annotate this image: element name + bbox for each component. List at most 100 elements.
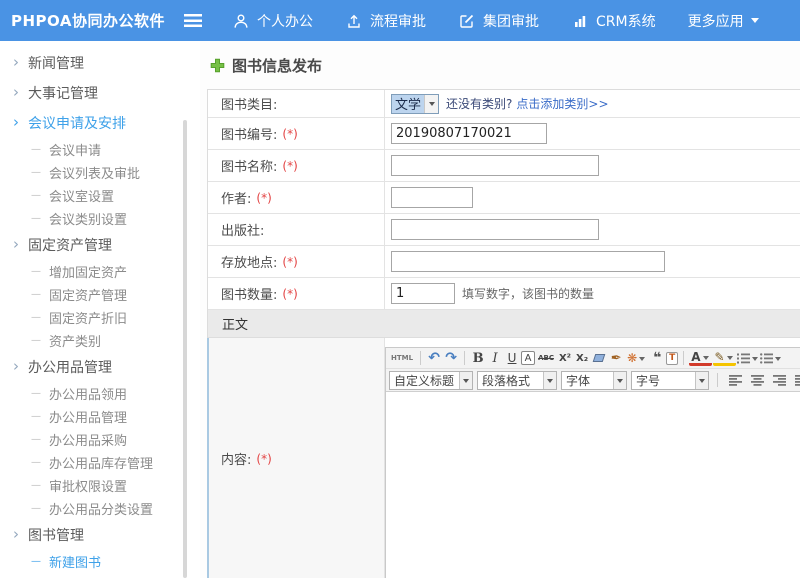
nav-crm-system[interactable]: CRM系统	[571, 11, 656, 31]
field-label: 图书名称:	[221, 156, 277, 175]
sidebar-sub-item[interactable]: —办公用品领用	[0, 382, 200, 405]
quantity-input[interactable]	[391, 283, 455, 304]
dash-icon: —	[31, 411, 41, 422]
page-title: 图书信息发布	[208, 55, 800, 76]
dash-icon: —	[31, 144, 41, 155]
font-color-icon[interactable]: A	[689, 351, 711, 366]
author-input[interactable]	[391, 187, 473, 208]
sidebar-sub-item[interactable]: —固定资产管理	[0, 283, 200, 306]
sidebar-sub-item[interactable]: — 会议申请	[0, 138, 200, 161]
underline-icon[interactable]: U	[504, 350, 520, 367]
subscript-icon[interactable]: X₂	[574, 350, 590, 367]
sidebar-sub-item[interactable]: —办公用品库存管理	[0, 451, 200, 474]
add-category-link[interactable]: 点击添加类别>>	[516, 95, 608, 112]
sidebar-sub-item[interactable]: —会议室设置	[0, 184, 200, 207]
form-row-publisher: 出版社:	[208, 214, 800, 246]
form-row-author: 作者:(*)	[208, 182, 800, 214]
font-family-select[interactable]: 字体	[561, 371, 627, 390]
nav-workflow-approval[interactable]: 流程审批	[345, 11, 426, 31]
nav-label: 集团审批	[483, 11, 539, 31]
sidebar-item-label: 会议类别设置	[49, 209, 127, 228]
nav-group-approval[interactable]: 集团审批	[458, 11, 539, 31]
font-style-icon[interactable]: A	[521, 351, 535, 365]
paste-text-icon[interactable]: T	[666, 352, 678, 365]
sidebar-item-label: 办公用品采购	[49, 430, 127, 449]
sidebar-sub-item[interactable]: —新建图书	[0, 550, 200, 573]
format-brush-icon[interactable]: ✒	[608, 350, 624, 367]
sidebar-sub-item[interactable]: —增加固定资产	[0, 260, 200, 283]
dash-icon: —	[31, 434, 41, 445]
align-left-icon[interactable]	[726, 372, 744, 389]
auto-typeset-icon[interactable]: ❋	[625, 350, 648, 367]
sidebar-group-item[interactable]: ›固定资产管理	[0, 230, 200, 260]
no-category-note: 还没有类别?	[446, 95, 512, 112]
sidebar-group-item[interactable]: ›办公用品管理	[0, 352, 200, 382]
blockquote-icon[interactable]: ❝	[649, 350, 665, 367]
sidebar-group-item[interactable]: ›会议申请及安排	[0, 108, 200, 138]
required-mark: (*)	[256, 191, 271, 205]
chevron-right-icon: ›	[13, 527, 19, 542]
page-title-text: 图书信息发布	[232, 55, 322, 76]
sidebar-group-item[interactable]: ›图书管理	[0, 520, 200, 550]
redo-icon[interactable]: ↷	[443, 350, 459, 367]
sidebar-item-label: 会议列表及审批	[49, 163, 140, 182]
form-row-quantity: 图书数量:(*) 填写数字，该图书的数量	[208, 278, 800, 310]
sidebar-item-label: 会议申请及安排	[28, 113, 126, 133]
nav-label: 更多应用	[688, 11, 744, 31]
paragraph-format-select[interactable]: 段落格式	[477, 371, 557, 390]
html-source-icon[interactable]: HTML	[389, 350, 415, 367]
category-select[interactable]: 文学	[391, 94, 439, 114]
caret-down-icon	[751, 18, 759, 27]
custom-title-select[interactable]: 自定义标题	[389, 371, 473, 390]
nav-personal-office[interactable]: 个人办公	[232, 11, 313, 31]
sidebar-sub-item[interactable]: — 资产类别	[0, 329, 200, 352]
sidebar-sub-item[interactable]: —固定资产折旧	[0, 306, 200, 329]
field-label: 图书数量:	[221, 284, 277, 303]
location-input[interactable]	[391, 251, 665, 272]
sidebar-scrollbar[interactable]	[183, 120, 187, 578]
sidebar-item-label: 固定资产折旧	[49, 308, 127, 327]
align-justify-icon[interactable]	[792, 372, 800, 389]
dash-icon: —	[31, 335, 41, 346]
field-label: 出版社:	[221, 220, 264, 239]
italic-icon[interactable]: I	[487, 350, 503, 367]
sidebar-sub-item[interactable]: —图书管理	[0, 573, 200, 578]
category-select-value: 文学	[392, 95, 424, 113]
plus-icon	[208, 57, 226, 74]
sidebar-sub-item[interactable]: —审批权限设置	[0, 474, 200, 497]
sidebar-item-label: 新建图书	[49, 552, 101, 571]
chevron-right-icon: ›	[13, 85, 19, 100]
strikethrough-icon[interactable]: ABC	[536, 350, 556, 367]
sidebar-sub-item[interactable]: —会议列表及审批	[0, 161, 200, 184]
publisher-input[interactable]	[391, 219, 599, 240]
sidebar-item-label: 会议申请	[49, 140, 101, 159]
book-name-input[interactable]	[391, 155, 599, 176]
bold-icon[interactable]: B	[470, 350, 486, 367]
ordered-list-icon[interactable]	[737, 350, 759, 367]
sidebar-sub-item[interactable]: —办公用品分类设置	[0, 497, 200, 520]
form-row-book-number: 图书编号:(*)	[208, 118, 800, 150]
sidebar-item-label: 资产类别	[49, 331, 101, 350]
sidebar-sub-item[interactable]: —办公用品管理	[0, 405, 200, 428]
sidebar-group-item[interactable]: ›新闻管理	[0, 48, 200, 78]
sidebar-group-item[interactable]: › 大事记管理	[0, 78, 200, 108]
superscript-icon[interactable]: X²	[557, 350, 573, 367]
unordered-list-icon[interactable]	[760, 350, 782, 367]
required-mark: (*)	[282, 287, 297, 301]
editor-content-area[interactable]	[386, 392, 800, 578]
sidebar-sub-item[interactable]: — 办公用品采购	[0, 428, 200, 451]
align-center-icon[interactable]	[748, 372, 766, 389]
nav-more-apps[interactable]: 更多应用	[688, 11, 759, 31]
font-size-select[interactable]: 字号	[631, 371, 709, 390]
hamburger-menu-icon[interactable]	[184, 14, 202, 27]
book-number-input[interactable]	[391, 123, 547, 144]
undo-icon[interactable]: ↶	[426, 350, 442, 367]
eraser-icon[interactable]	[591, 350, 607, 367]
align-right-icon[interactable]	[770, 372, 788, 389]
field-label: 存放地点:	[221, 252, 277, 271]
highlight-color-icon[interactable]: ✎	[713, 351, 736, 366]
sidebar-sub-item[interactable]: —会议类别设置	[0, 207, 200, 230]
rich-text-editor: HTML ↶ ↷ B I U A ABC X² X₂	[385, 338, 800, 578]
sidebar-item-label: 大事记管理	[28, 83, 98, 103]
sidebar-item-label: 固定资产管理	[28, 235, 112, 255]
